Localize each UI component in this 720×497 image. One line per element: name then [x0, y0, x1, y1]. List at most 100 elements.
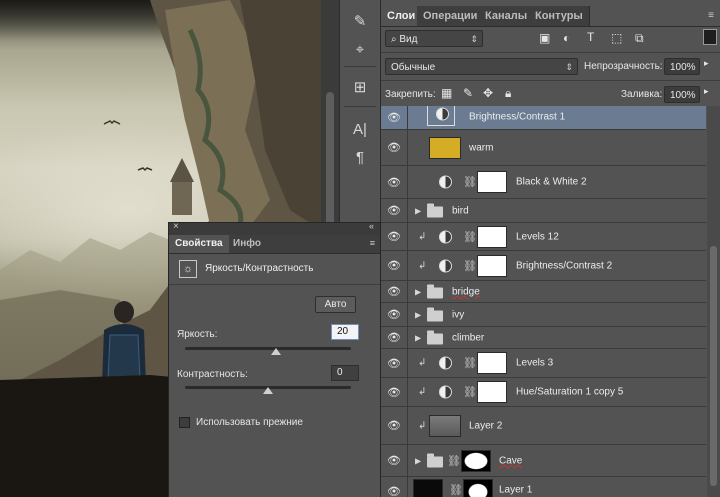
- chain-link-icon[interactable]: ⛓︎: [447, 454, 461, 467]
- blend-mode-select[interactable]: Обычные ⇕: [385, 58, 578, 75]
- filter-kind-select[interactable]: ⌕ Вид ⇕: [385, 30, 483, 47]
- layer-row[interactable]: 👁︎ ▶ climber: [381, 327, 706, 349]
- visibility-eye-icon[interactable]: 👁︎: [381, 281, 408, 302]
- brightness-slider-track[interactable]: [185, 347, 351, 350]
- filter-smart-object-icon[interactable]: ⧉: [635, 31, 644, 46]
- panel-menu-icon[interactable]: ≡: [708, 10, 714, 21]
- layer-name[interactable]: Levels 12: [516, 231, 559, 242]
- tab-properties[interactable]: Свойства: [169, 235, 229, 253]
- layer-name[interactable]: ivy: [452, 309, 464, 320]
- layer-row[interactable]: 👁︎ ↲ Layer 2: [381, 407, 706, 445]
- contrast-slider-handle[interactable]: [263, 387, 273, 394]
- chain-link-icon[interactable]: ⛓︎: [449, 483, 463, 496]
- opacity-dropdown-icon[interactable]: ▸: [704, 58, 709, 69]
- filter-shape-icon[interactable]: ⬚: [611, 31, 622, 45]
- character-icon[interactable]: A|: [346, 116, 374, 142]
- layer-row[interactable]: 👁︎ ⛓︎ Black & White 2: [381, 166, 706, 199]
- brightness-slider-handle[interactable]: [271, 348, 282, 355]
- legacy-label[interactable]: Использовать прежние: [196, 417, 303, 428]
- auto-button[interactable]: Авто: [315, 296, 356, 313]
- tab-paths[interactable]: Контуры: [529, 6, 590, 26]
- close-icon[interactable]: ×: [173, 221, 179, 232]
- layer-name[interactable]: bird: [452, 205, 469, 216]
- visibility-eye-icon[interactable]: 👁︎: [381, 166, 408, 198]
- visibility-eye-icon[interactable]: 👁︎: [381, 445, 408, 476]
- layer-name[interactable]: Cave: [499, 455, 522, 466]
- lock-all-icon[interactable]: 🔒︎: [505, 86, 511, 101]
- visibility-eye-icon[interactable]: 👁︎: [381, 106, 408, 129]
- visibility-eye-icon[interactable]: 👁︎: [381, 130, 408, 165]
- tab-actions[interactable]: Операции: [417, 6, 485, 26]
- layer-row[interactable]: 👁︎ ↲ ⛓︎ Levels 3: [381, 349, 706, 378]
- legacy-checkbox[interactable]: [179, 417, 190, 428]
- panel-menu-icon[interactable]: ≡: [370, 238, 375, 248]
- layer-name[interactable]: Levels 3: [516, 358, 553, 369]
- expand-triangle-icon[interactable]: ▶: [415, 456, 421, 465]
- layer-name[interactable]: Layer 1: [499, 484, 532, 495]
- fill-input[interactable]: 100%: [664, 86, 700, 103]
- layer-mask-thumbnail[interactable]: [477, 171, 507, 193]
- expand-triangle-icon[interactable]: ▶: [415, 310, 421, 319]
- collapse-icon[interactable]: «: [369, 221, 374, 231]
- filter-type-icon[interactable]: T: [587, 30, 594, 44]
- layer-mask-thumbnail[interactable]: [477, 352, 507, 374]
- contrast-input[interactable]: 0: [331, 365, 359, 381]
- visibility-eye-icon[interactable]: 👁︎: [381, 477, 408, 497]
- chain-link-icon[interactable]: ⛓︎: [463, 176, 477, 189]
- filter-toggle[interactable]: [703, 29, 717, 45]
- layers-scroll-thumb[interactable]: [710, 246, 717, 486]
- layer-name[interactable]: Brightness/Contrast 1: [469, 111, 565, 122]
- chain-link-icon[interactable]: ⛓︎: [463, 386, 477, 399]
- layer-mask-thumbnail[interactable]: [477, 225, 507, 248]
- visibility-eye-icon[interactable]: 👁︎: [381, 223, 408, 250]
- lock-pixels-icon[interactable]: ✎: [463, 86, 473, 100]
- layer-row[interactable]: 👁︎ ▶ ⛓︎ Cave: [381, 445, 706, 477]
- layer-row[interactable]: 👁︎ ↲ ⛓︎ Brightness/Contrast 2: [381, 251, 706, 281]
- layer-mask-thumbnail[interactable]: [477, 381, 507, 403]
- expand-triangle-icon[interactable]: ▶: [415, 333, 421, 342]
- lock-transparency-icon[interactable]: ▦: [441, 86, 452, 100]
- visibility-eye-icon[interactable]: 👁︎: [381, 303, 408, 326]
- layer-name[interactable]: bridge: [452, 286, 480, 297]
- layer-row[interactable]: 👁︎ ↲ ⛓︎ Levels 12: [381, 223, 706, 251]
- layer-name[interactable]: Black & White 2: [516, 177, 587, 188]
- filter-pixel-icon[interactable]: ▣: [539, 31, 550, 45]
- expand-triangle-icon[interactable]: ▶: [415, 206, 421, 215]
- layer-row[interactable]: 👁︎ ⛓︎ Layer 1: [381, 477, 706, 497]
- layer-row[interactable]: 👁︎ ▶ bridge: [381, 281, 706, 303]
- properties-titlebar[interactable]: × «: [169, 221, 380, 235]
- tab-info[interactable]: Инфо: [227, 235, 267, 253]
- layer-name[interactable]: warm: [469, 142, 493, 153]
- visibility-eye-icon[interactable]: 👁︎: [381, 327, 408, 348]
- layer-name[interactable]: Brightness/Contrast 2: [516, 260, 612, 271]
- layer-name[interactable]: climber: [452, 332, 484, 343]
- layer-mask-thumbnail[interactable]: [477, 254, 507, 277]
- paragraph-icon[interactable]: ¶: [346, 144, 374, 170]
- brush-presets-icon[interactable]: ✎: [346, 8, 374, 34]
- layer-name[interactable]: Layer 2: [469, 420, 502, 431]
- layer-row[interactable]: 👁︎ Brightness/Contrast 1: [381, 106, 706, 130]
- tab-channels[interactable]: Каналы: [479, 6, 535, 26]
- layers-scrollbar[interactable]: [707, 106, 720, 497]
- visibility-eye-icon[interactable]: 👁︎: [381, 251, 408, 280]
- layer-row[interactable]: 👁︎ ▶ bird: [381, 199, 706, 223]
- fill-dropdown-icon[interactable]: ▸: [704, 86, 709, 97]
- layer-row[interactable]: 👁︎ ↲ ⛓︎ Hue/Saturation 1 copy 5: [381, 378, 706, 407]
- visibility-eye-icon[interactable]: 👁︎: [381, 349, 408, 377]
- layer-mask-thumbnail[interactable]: [463, 478, 493, 497]
- layer-name[interactable]: Hue/Saturation 1 copy 5: [516, 387, 623, 398]
- chain-link-icon[interactable]: ⛓︎: [463, 357, 477, 370]
- layer-mask-thumbnail[interactable]: [461, 449, 491, 472]
- clone-source-icon[interactable]: ⌖: [346, 36, 374, 62]
- lock-position-icon[interactable]: ✥: [483, 86, 493, 100]
- visibility-eye-icon[interactable]: 👁︎: [381, 407, 408, 444]
- visibility-eye-icon[interactable]: 👁︎: [381, 199, 408, 222]
- opacity-input[interactable]: 100%: [664, 58, 700, 75]
- brightness-input[interactable]: 20: [331, 324, 359, 340]
- layer-row[interactable]: 👁︎ ▶ ivy: [381, 303, 706, 327]
- chain-link-icon[interactable]: ⛓︎: [463, 230, 477, 243]
- expand-triangle-icon[interactable]: ▶: [415, 287, 421, 296]
- filter-adjustment-icon[interactable]: ◐: [563, 31, 570, 45]
- visibility-eye-icon[interactable]: 👁︎: [381, 378, 408, 406]
- tool-presets-icon[interactable]: ⊞: [346, 74, 374, 100]
